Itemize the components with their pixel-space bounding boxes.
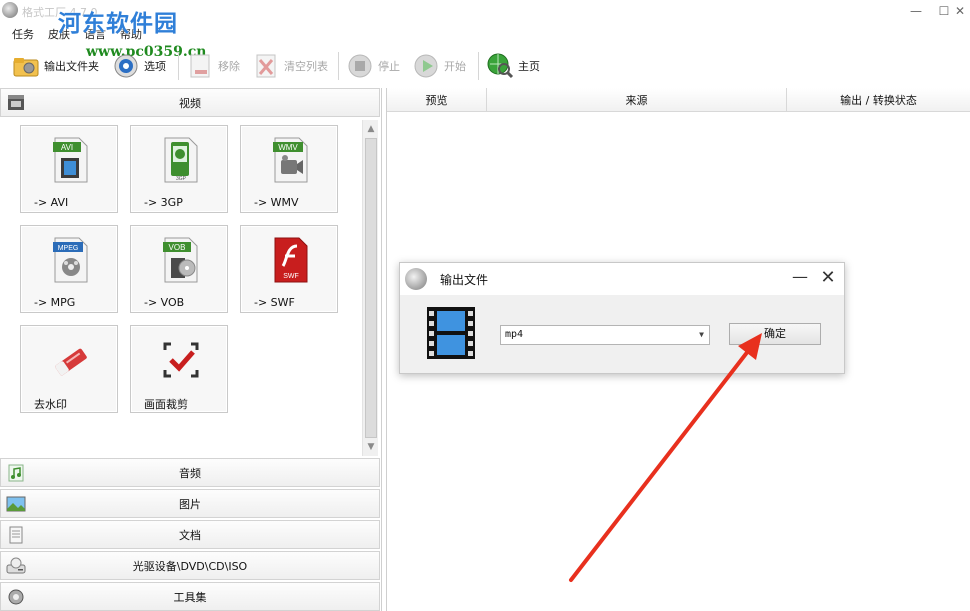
toolbar-divider bbox=[478, 52, 479, 80]
minimize-button[interactable]: — bbox=[904, 2, 928, 20]
category-audio-header[interactable]: 音频 bbox=[0, 458, 380, 487]
clear-list-button[interactable]: 清空列表 bbox=[252, 50, 328, 82]
category-optical-header[interactable]: 光驱设备\DVD\CD\ISO bbox=[0, 551, 380, 580]
menu-task[interactable]: 任务 bbox=[12, 26, 34, 42]
film-strip-icon bbox=[427, 307, 475, 359]
dialog-body: mp4 ▼ 确定 bbox=[400, 295, 844, 373]
tile-avi[interactable]: AVI -> AVI bbox=[20, 125, 118, 213]
tile-swf[interactable]: SWF -> SWF bbox=[240, 225, 338, 313]
vob-file-icon: VOB bbox=[161, 236, 201, 284]
toolbox-icon bbox=[6, 588, 26, 606]
scroll-thumb[interactable] bbox=[365, 138, 377, 438]
remove-label: 移除 bbox=[218, 60, 240, 73]
swf-flash-icon: SWF bbox=[271, 236, 311, 284]
tile-remove-watermark[interactable]: 去水印 bbox=[20, 325, 118, 413]
clear-list-label: 清空列表 bbox=[284, 60, 328, 73]
ok-button[interactable]: 确定 bbox=[729, 323, 821, 345]
document-icon bbox=[6, 526, 26, 544]
tiles-scrollbar[interactable]: ▲ ▼ bbox=[362, 120, 378, 456]
dialog-app-icon bbox=[405, 268, 427, 290]
close-button[interactable]: ✕ bbox=[948, 2, 970, 20]
category-tools-header[interactable]: 工具集 bbox=[0, 582, 380, 611]
tile-vob-label: -> VOB bbox=[144, 296, 185, 309]
category-video-header[interactable]: 视频 bbox=[0, 88, 380, 117]
toolbar-divider bbox=[338, 52, 339, 80]
dropdown-arrow-icon[interactable]: ▼ bbox=[699, 326, 704, 344]
output-file-dialog: 输出文件 — ✕ mp4 ▼ 确定 bbox=[399, 262, 845, 374]
dialog-title-bar[interactable]: 输出文件 — ✕ bbox=[400, 263, 844, 295]
vob-badge: VOB bbox=[169, 243, 186, 252]
home-button[interactable]: 主页 bbox=[486, 50, 540, 82]
app-logo-icon bbox=[2, 2, 18, 18]
tile-wmv[interactable]: WMV -> WMV bbox=[240, 125, 338, 213]
column-preview[interactable]: 预览 bbox=[387, 88, 487, 112]
crop-check-icon bbox=[161, 336, 201, 384]
avi-file-icon: AVI bbox=[51, 136, 91, 184]
tile-3gp[interactable]: 3GP -> 3GP bbox=[130, 125, 228, 213]
dialog-minimize-button[interactable]: — bbox=[790, 269, 810, 289]
3gp-file-icon: 3GP bbox=[161, 136, 201, 184]
start-label: 开始 bbox=[444, 60, 466, 73]
document-header-label: 文档 bbox=[179, 528, 201, 542]
audio-header-label: 音频 bbox=[179, 466, 201, 480]
globe-search-icon bbox=[486, 52, 514, 80]
tile-mpg-label: -> MPG bbox=[34, 296, 76, 309]
tile-remove-watermark-label: 去水印 bbox=[34, 398, 67, 411]
tile-crop-label: 画面裁剪 bbox=[144, 398, 188, 411]
start-icon bbox=[412, 52, 440, 80]
category-image-header[interactable]: 图片 bbox=[0, 489, 380, 518]
options-label: 选项 bbox=[144, 60, 166, 73]
watermark-text: 河东软件园 bbox=[58, 10, 178, 37]
optical-header-label: 光驱设备\DVD\CD\ISO bbox=[132, 559, 248, 573]
output-format-value: mp4 bbox=[505, 329, 524, 340]
wmv-file-icon: WMV bbox=[271, 136, 311, 184]
tile-mpg[interactable]: MPEG -> MPG bbox=[20, 225, 118, 313]
options-button[interactable]: 选项 bbox=[112, 50, 166, 82]
toolbar: 输出文件夹 选项 移除 清空列表 停止 开始 主页 bbox=[0, 46, 970, 86]
image-header-label: 图片 bbox=[179, 497, 201, 511]
output-folder-label: 输出文件夹 bbox=[44, 60, 99, 73]
video-header-label: 视频 bbox=[179, 96, 201, 110]
output-folder-button[interactable]: 输出文件夹 bbox=[12, 50, 99, 82]
stop-icon bbox=[346, 52, 374, 80]
column-source[interactable]: 来源 bbox=[487, 88, 787, 112]
start-button[interactable]: 开始 bbox=[412, 50, 466, 82]
tile-swf-label: -> SWF bbox=[254, 296, 295, 309]
stop-label: 停止 bbox=[378, 60, 400, 73]
dialog-title: 输出文件 bbox=[440, 273, 489, 287]
stop-button[interactable]: 停止 bbox=[346, 50, 400, 82]
tools-header-label: 工具集 bbox=[173, 590, 207, 604]
video-clapper-icon bbox=[6, 94, 26, 112]
folder-icon bbox=[12, 52, 40, 80]
swf-badge: SWF bbox=[283, 273, 299, 280]
clear-list-icon bbox=[252, 52, 280, 80]
tile-wmv-label: -> WMV bbox=[254, 196, 299, 209]
home-label: 主页 bbox=[518, 60, 540, 73]
avi-badge: AVI bbox=[61, 143, 73, 152]
toolbar-divider bbox=[178, 52, 179, 80]
mpg-file-icon: MPEG bbox=[51, 236, 91, 284]
tile-3gp-label: -> 3GP bbox=[144, 196, 183, 209]
remove-button[interactable]: 移除 bbox=[186, 50, 240, 82]
wmv-badge: WMV bbox=[278, 143, 298, 152]
landscape-image-icon bbox=[6, 495, 26, 513]
mpg-badge: MPEG bbox=[58, 245, 79, 252]
optical-drive-icon bbox=[6, 557, 26, 575]
output-format-select[interactable]: mp4 ▼ bbox=[500, 325, 710, 345]
eraser-icon bbox=[51, 336, 91, 384]
column-output-status[interactable]: 输出 / 转换状态 bbox=[787, 88, 970, 112]
music-note-icon bbox=[6, 464, 26, 482]
scroll-down-icon[interactable]: ▼ bbox=[365, 440, 377, 454]
scroll-up-icon[interactable]: ▲ bbox=[365, 122, 377, 136]
dialog-close-button[interactable]: ✕ bbox=[818, 268, 838, 288]
category-document-header[interactable]: 文档 bbox=[0, 520, 380, 549]
options-gear-icon bbox=[112, 52, 140, 80]
3gp-badge: 3GP bbox=[176, 176, 187, 182]
tile-crop[interactable]: 画面裁剪 bbox=[130, 325, 228, 413]
remove-doc-icon bbox=[186, 52, 214, 80]
tile-vob[interactable]: VOB -> VOB bbox=[130, 225, 228, 313]
tile-avi-label: -> AVI bbox=[34, 196, 69, 209]
